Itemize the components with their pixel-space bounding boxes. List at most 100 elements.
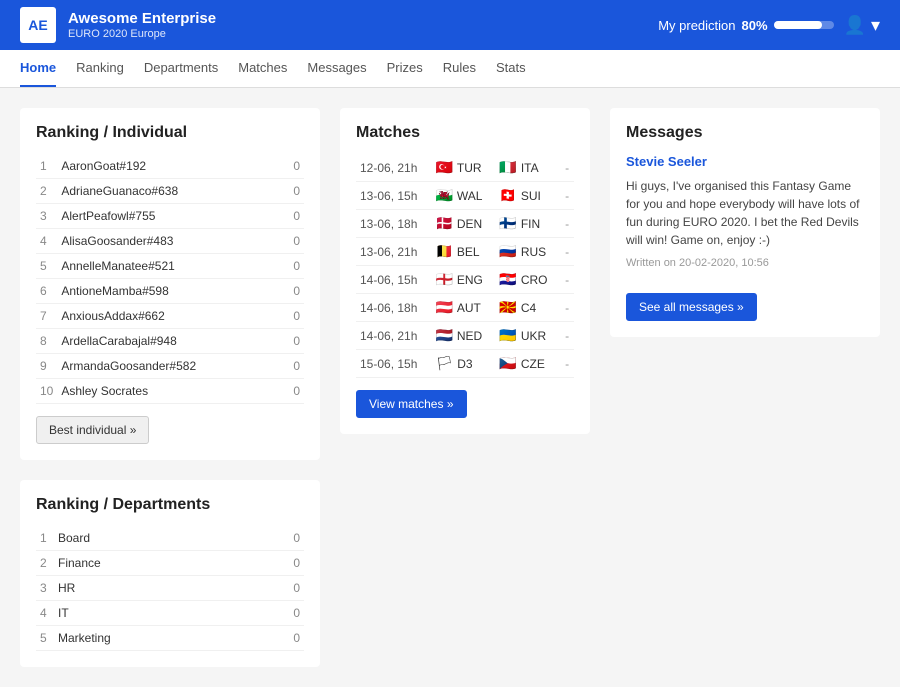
match-date: 14-06, 21h (356, 322, 431, 350)
view-matches-button[interactable]: View matches » (356, 390, 467, 418)
team2-flag: 🇺🇦 (499, 327, 516, 344)
rank-cell: 3 (36, 204, 57, 229)
rank-cell: 7 (36, 304, 57, 329)
team1-name: AUT (457, 301, 481, 315)
messages-section: Messages Stevie Seeler Hi guys, I've org… (610, 108, 880, 337)
table-row[interactable]: 5 AnnelleManatee#521 0 (36, 254, 304, 279)
nav-stats[interactable]: Stats (496, 50, 526, 87)
nav-rules[interactable]: Rules (443, 50, 476, 87)
app-subtitle: EURO 2020 Europe (68, 28, 216, 40)
score-cell: 0 (281, 154, 304, 179)
match-score: - (560, 294, 574, 322)
team1-flag: 🏴󠁧󠁢󠁥󠁮󠁧󠁿 (435, 271, 452, 288)
name-cell: AntioneMamba#598 (57, 279, 281, 304)
team2-flag: 🇭🇷 (499, 271, 516, 288)
score-cell: 0 (281, 329, 304, 354)
list-item[interactable]: 13-06, 21h 🇧🇪 BEL 🇷🇺 RUS - (356, 238, 574, 266)
team1-flag: 🇩🇰 (435, 215, 452, 232)
rank-cell: 8 (36, 329, 57, 354)
message-author[interactable]: Stevie Seeler (626, 154, 864, 169)
team2-name: FIN (521, 217, 540, 231)
team2-name: ITA (521, 161, 539, 175)
team1-cell: 🇩🇰 DEN (431, 210, 495, 238)
team1-flag: 🇦🇹 (435, 299, 452, 316)
team1-cell: 🇧🇪 BEL (431, 238, 495, 266)
rank-cell: 1 (36, 154, 57, 179)
nav-home[interactable]: Home (20, 50, 56, 87)
prediction-progress-bar (774, 21, 834, 29)
nav-ranking[interactable]: Ranking (76, 50, 124, 87)
table-row[interactable]: 5 Marketing 0 (36, 626, 304, 651)
list-item[interactable]: 14-06, 18h 🇦🇹 AUT 🇲🇰 C4 - (356, 294, 574, 322)
team2-cell: 🇨🇿 CZE (495, 350, 560, 378)
name-cell: Finance (54, 551, 255, 576)
name-cell: AnxiousAddax#662 (57, 304, 281, 329)
team1-name: DEN (457, 217, 482, 231)
list-item[interactable]: 13-06, 15h 🏴󠁧󠁢󠁷󠁬󠁳󠁿 WAL 🇨🇭 SUI - (356, 182, 574, 210)
list-item[interactable]: 15-06, 15h 🏳 D3 🇨🇿 CZE - (356, 350, 574, 378)
team2-name: RUS (521, 245, 546, 259)
table-row[interactable]: 4 IT 0 (36, 601, 304, 626)
table-row[interactable]: 1 Board 0 (36, 526, 304, 551)
nav-prizes[interactable]: Prizes (387, 50, 423, 87)
nav-messages[interactable]: Messages (307, 50, 366, 87)
team1-cell: 🇦🇹 AUT (431, 294, 495, 322)
name-cell: AlisaGoosander#483 (57, 229, 281, 254)
ranking-departments-table: 1 Board 0 2 Finance 0 3 HR 0 4 IT 0 5 Ma… (36, 526, 304, 651)
name-cell: Board (54, 526, 255, 551)
rank-cell: 4 (36, 229, 57, 254)
table-row[interactable]: 4 AlisaGoosander#483 0 (36, 229, 304, 254)
team1-name: D3 (457, 357, 472, 371)
rank-cell: 9 (36, 354, 57, 379)
team1-flag: 🏴󠁧󠁢󠁷󠁬󠁳󠁿 (435, 187, 452, 204)
ranking-individual-table: 1 AaronGoat#192 0 2 AdrianeGuanaco#638 0… (36, 154, 304, 404)
table-row[interactable]: 6 AntioneMamba#598 0 (36, 279, 304, 304)
team1-name: ENG (457, 273, 483, 287)
prediction-badge: My prediction 80% (658, 18, 833, 33)
team1-flag: 🇳🇱 (435, 327, 452, 344)
list-item[interactable]: 12-06, 21h 🇹🇷 TUR 🇮🇹 ITA - (356, 154, 574, 182)
name-cell: ArdellaCarabajal#948 (57, 329, 281, 354)
score-cell: 0 (281, 379, 304, 404)
match-score: - (560, 322, 574, 350)
table-row[interactable]: 8 ArdellaCarabajal#948 0 (36, 329, 304, 354)
table-row[interactable]: 2 AdrianeGuanaco#638 0 (36, 179, 304, 204)
matches-title: Matches (356, 124, 574, 142)
nav-departments[interactable]: Departments (144, 50, 218, 87)
team2-name: CZE (521, 357, 545, 371)
table-row[interactable]: 3 AlertPeafowl#755 0 (36, 204, 304, 229)
matches-column: Matches 12-06, 21h 🇹🇷 TUR 🇮🇹 ITA - 13-06… (340, 108, 590, 667)
name-cell: AlertPeafowl#755 (57, 204, 281, 229)
nav-matches[interactable]: Matches (238, 50, 287, 87)
team1-flag: 🏳 (435, 355, 453, 372)
table-row[interactable]: 10 Ashley Socrates 0 (36, 379, 304, 404)
left-column: Ranking / Individual 1 AaronGoat#192 0 2… (20, 108, 320, 667)
user-icon[interactable]: 👤 ▾ (844, 15, 880, 36)
table-row[interactable]: 2 Finance 0 (36, 551, 304, 576)
table-row[interactable]: 1 AaronGoat#192 0 (36, 154, 304, 179)
list-item[interactable]: 14-06, 21h 🇳🇱 NED 🇺🇦 UKR - (356, 322, 574, 350)
team2-cell: 🇨🇭 SUI (495, 182, 560, 210)
team1-flag: 🇧🇪 (435, 243, 452, 260)
table-row[interactable]: 9 ArmandaGoosander#582 0 (36, 354, 304, 379)
table-row[interactable]: 7 AnxiousAddax#662 0 (36, 304, 304, 329)
message-text: Hi guys, I've organised this Fantasy Gam… (626, 177, 864, 249)
see-all-messages-button[interactable]: See all messages » (626, 293, 757, 321)
list-item[interactable]: 13-06, 18h 🇩🇰 DEN 🇫🇮 FIN - (356, 210, 574, 238)
team2-name: CRO (521, 273, 548, 287)
match-date: 14-06, 15h (356, 266, 431, 294)
table-row[interactable]: 3 HR 0 (36, 576, 304, 601)
team2-name: SUI (521, 189, 541, 203)
score-cell: 0 (255, 626, 304, 651)
team1-cell: 🇹🇷 TUR (431, 154, 495, 182)
name-cell: AnnelleManatee#521 (57, 254, 281, 279)
score-cell: 0 (281, 179, 304, 204)
team2-cell: 🇮🇹 ITA (495, 154, 560, 182)
rank-cell: 1 (36, 526, 54, 551)
best-individual-button[interactable]: Best individual » (36, 416, 149, 444)
name-cell: Marketing (54, 626, 255, 651)
header-title-block: Awesome Enterprise EURO 2020 Europe (68, 10, 216, 40)
team2-cell: 🇭🇷 CRO (495, 266, 560, 294)
list-item[interactable]: 14-06, 15h 🏴󠁧󠁢󠁥󠁮󠁧󠁿 ENG 🇭🇷 CRO - (356, 266, 574, 294)
matches-section: Matches 12-06, 21h 🇹🇷 TUR 🇮🇹 ITA - 13-06… (340, 108, 590, 434)
